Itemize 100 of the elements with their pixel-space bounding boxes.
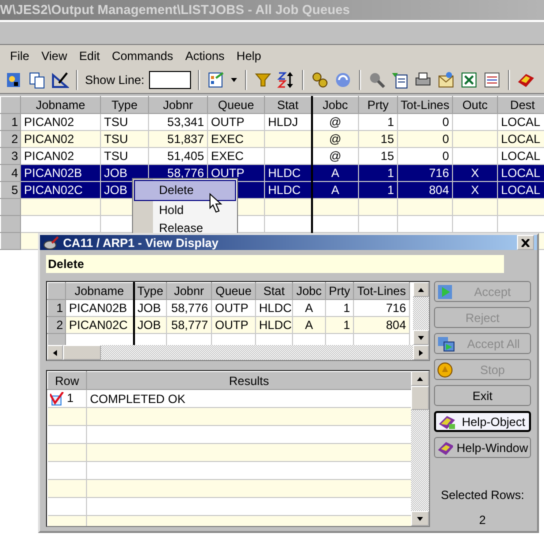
column-header[interactable]: Tot-Lines (398, 96, 452, 114)
horizontal-scrollbar[interactable] (47, 345, 429, 360)
close-button[interactable] (517, 235, 534, 250)
table-cell: PICAN02 (20, 114, 100, 130)
table-cell: 0 (398, 130, 452, 148)
table-cell: A (292, 300, 326, 316)
column-header[interactable]: Queue (212, 282, 256, 300)
menu-item[interactable]: View (35, 49, 74, 63)
scroll-right-button[interactable] (413, 345, 429, 360)
table-cell: @ (312, 114, 358, 130)
menu-item[interactable]: Help (230, 49, 268, 63)
selected-rows-label: Selected Rows: (440, 488, 526, 502)
refresh-icon[interactable] (334, 71, 352, 89)
help-book-icon[interactable] (517, 71, 536, 89)
spreadsheet-icon[interactable] (460, 71, 478, 89)
table-cell: 58,777 (166, 316, 212, 334)
filter-icon[interactable] (254, 71, 272, 89)
show-line-label: Show Line: (85, 73, 144, 87)
table-cell: PICAN02B (66, 300, 134, 316)
sort-icon[interactable] (277, 71, 296, 89)
table-cell: 1 (326, 316, 354, 334)
column-header[interactable]: Dest (498, 96, 544, 114)
column-header[interactable]: Prty (326, 282, 354, 300)
mail-icon[interactable] (437, 71, 456, 89)
table-cell: 51,837 (148, 130, 208, 148)
gears-icon[interactable] (311, 71, 330, 89)
column-header[interactable]: Row (48, 372, 86, 390)
table-cell: LOCAL (498, 130, 544, 148)
column-header[interactable]: Tot-Lines (354, 282, 410, 300)
table-cell: OUTP (208, 114, 264, 130)
arrow-up-icon (417, 286, 425, 294)
cursor-icon (209, 193, 223, 213)
table-cell: 1 (358, 114, 398, 130)
scroll-down-button[interactable] (413, 330, 429, 345)
action-button[interactable]: Help-Object (434, 411, 531, 432)
show-line-field[interactable] (149, 71, 192, 89)
row-number: 1 (48, 300, 66, 316)
scrollbar-thumb[interactable] (63, 345, 101, 360)
row-number: 2 (48, 316, 66, 334)
column-header[interactable]: Jobnr (148, 96, 208, 114)
action-button[interactable]: Exit (434, 385, 531, 406)
column-header[interactable]: Stat (264, 96, 312, 114)
column-header[interactable]: Jobc (312, 96, 358, 114)
column-header[interactable]: Queue (208, 96, 264, 114)
table-cell: HLDC (264, 164, 312, 182)
menu-item[interactable]: Release (134, 219, 236, 237)
table-cell: 1 (326, 300, 354, 316)
table-cell: HLDC (264, 182, 312, 198)
table-cell: 58,776 (166, 300, 212, 316)
column-header[interactable]: Outc (452, 96, 498, 114)
list-icon[interactable] (207, 71, 226, 89)
vertical-scrollbar[interactable] (413, 282, 429, 345)
scrollbar-thumb[interactable] (411, 386, 429, 410)
menu-item[interactable]: Actions (179, 49, 231, 63)
arrow-left-icon (51, 348, 59, 356)
table-cell: 15 (358, 130, 398, 148)
column-header[interactable]: Type (134, 282, 166, 300)
menu-item[interactable]: Edit (73, 49, 106, 63)
table-cell: PICAN02C (20, 182, 100, 198)
menu-item[interactable]: Hold (134, 201, 236, 219)
list-search-icon[interactable] (5, 71, 23, 89)
column-header[interactable]: Prty (358, 96, 398, 114)
export-icon[interactable] (391, 71, 410, 89)
scroll-up-button[interactable] (411, 371, 429, 386)
menu-item[interactable]: Commands (106, 49, 180, 63)
menu-item[interactable]: File (4, 49, 36, 63)
table-cell: 716 (398, 164, 452, 182)
action-label: Delete (46, 255, 504, 273)
row-number: 1 (66, 391, 74, 406)
scroll-left-button[interactable] (47, 345, 63, 360)
table-cell: LOCAL (498, 148, 544, 164)
table-cell: @ (312, 148, 358, 164)
table-cell: A (312, 182, 358, 198)
column-header[interactable]: Stat (256, 282, 292, 300)
checkbox[interactable] (50, 392, 64, 406)
table-cell: 804 (354, 316, 410, 334)
close-icon (521, 238, 530, 246)
table-cell: 716 (354, 300, 410, 316)
pen-ruler-icon[interactable] (51, 71, 69, 89)
search-icon[interactable] (368, 71, 386, 89)
arrow-up-icon (416, 374, 424, 382)
arrow-down-icon (230, 76, 238, 84)
column-header[interactable]: Results (86, 372, 411, 390)
table-cell: X (452, 182, 498, 198)
column-header[interactable]: Jobname (20, 96, 100, 114)
row-number: 4 (0, 164, 20, 182)
help-book-icon (438, 414, 456, 430)
column-header[interactable]: Jobname (66, 282, 134, 300)
column-header[interactable]: Jobnr (166, 282, 212, 300)
scroll-up-button[interactable] (413, 282, 429, 297)
table-cell: 0 (398, 114, 452, 130)
document-icon[interactable] (483, 71, 502, 89)
copy-icon[interactable] (28, 71, 46, 89)
menu-item[interactable]: Delete (134, 180, 236, 201)
column-header[interactable]: Jobc (292, 282, 326, 300)
windows-icon (437, 336, 455, 352)
column-header[interactable]: Type (100, 96, 148, 114)
vertical-scrollbar[interactable] (411, 371, 429, 526)
scroll-down-button[interactable] (411, 511, 429, 526)
action-button[interactable]: Help-Window (434, 437, 531, 458)
